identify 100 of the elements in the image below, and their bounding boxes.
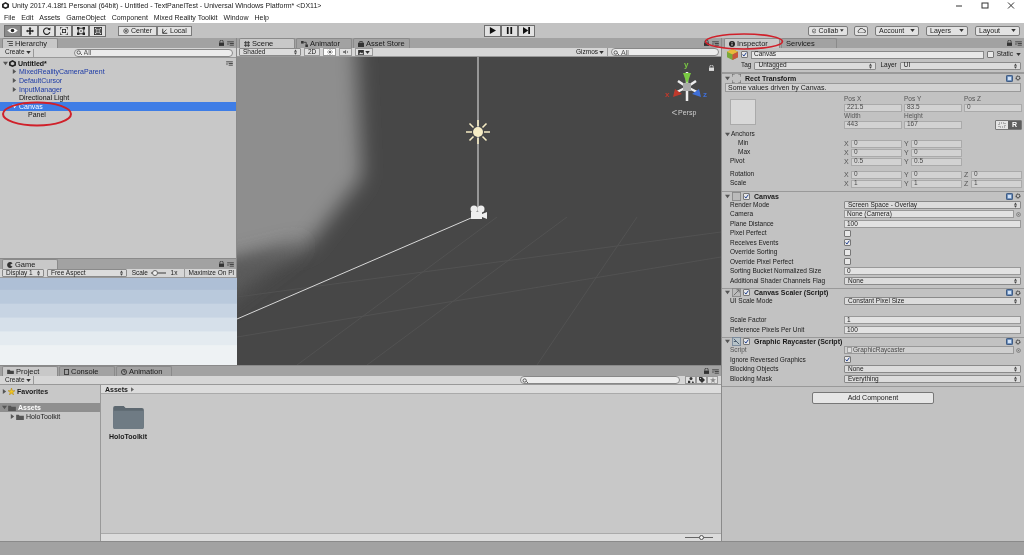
- collapse-arrow-icon[interactable]: [725, 339, 730, 344]
- checkbox[interactable]: [743, 289, 750, 296]
- help-book-icon[interactable]: [1006, 74, 1013, 82]
- caret-icon: [365, 50, 371, 54]
- menu-icon[interactable]: [712, 368, 719, 374]
- filter-button[interactable]: [696, 376, 707, 384]
- search-icon: [613, 49, 620, 55]
- folder-icon: [7, 369, 14, 374]
- collapse-arrow-icon[interactable]: [12, 103, 17, 109]
- settings-icon[interactable]: [1015, 289, 1021, 296]
- help-book-icon[interactable]: [1006, 338, 1013, 345]
- rect-tool-icon: [76, 26, 85, 35]
- caret-icon: [1011, 29, 1016, 32]
- help-book-icon[interactable]: [1006, 289, 1013, 296]
- tool-button[interactable]: [89, 24, 106, 37]
- filter-button[interactable]: [685, 376, 696, 384]
- caret-icon: [599, 50, 604, 54]
- cube-icon: [727, 49, 738, 60]
- check-circle-icon: [812, 27, 817, 34]
- settings-icon[interactable]: [1015, 338, 1021, 345]
- audio-toggle[interactable]: [339, 48, 353, 56]
- collapse-arrow-icon[interactable]: [725, 132, 730, 137]
- check-icon: [742, 51, 747, 58]
- effects-dropdown[interactable]: [355, 48, 374, 56]
- checkbox[interactable]: [844, 258, 851, 266]
- tool-button[interactable]: [72, 24, 89, 37]
- collapse-arrow-icon[interactable]: [725, 193, 730, 199]
- folder-icon[interactable]: [112, 406, 144, 429]
- rotate-icon: [42, 26, 51, 35]
- filter-type-icon: [687, 377, 694, 383]
- script-file-icon: [847, 347, 852, 354]
- expand-arrow-icon[interactable]: [12, 78, 17, 83]
- checkbox[interactable]: [986, 51, 994, 58]
- cloud-button[interactable]: [854, 25, 868, 36]
- step-icon: [523, 27, 531, 34]
- collapse-arrow-icon[interactable]: [2, 405, 7, 410]
- rect-transform-icon: [732, 73, 741, 83]
- playback-button[interactable]: [518, 24, 536, 37]
- checkbox[interactable]: [844, 356, 851, 364]
- caret-icon[interactable]: [1016, 53, 1021, 56]
- unity-logo-icon: [9, 59, 16, 67]
- check-icon: [845, 239, 850, 247]
- lighting-toggle[interactable]: [323, 48, 337, 56]
- caret-icon: [25, 378, 31, 382]
- play-icon: [489, 27, 497, 34]
- scale-icon: [59, 26, 68, 35]
- playback-button[interactable]: [484, 24, 502, 37]
- tool-button[interactable]: [21, 24, 38, 37]
- lock-icon[interactable]: [219, 40, 224, 46]
- menu-icon[interactable]: [227, 261, 234, 267]
- bag-icon: [358, 40, 364, 47]
- lock-icon[interactable]: [1007, 40, 1012, 46]
- menu-icon[interactable]: [226, 60, 233, 66]
- chevron-right-icon: [130, 386, 134, 392]
- expand-arrow-icon[interactable]: [10, 414, 15, 419]
- tool-button[interactable]: [4, 24, 21, 37]
- star-icon: [8, 388, 15, 395]
- lock-icon[interactable]: [704, 368, 709, 374]
- pause-icon: [506, 27, 514, 34]
- caret-icon: [959, 29, 964, 32]
- cloud-icon: [856, 28, 866, 33]
- checkbox[interactable]: [741, 51, 748, 58]
- tool-button[interactable]: [38, 24, 55, 37]
- menu-icon[interactable]: [227, 40, 234, 46]
- menu-icon[interactable]: [1015, 40, 1022, 46]
- tool-button[interactable]: [55, 24, 72, 37]
- updown-icon: [1014, 298, 1017, 305]
- collapse-arrow-icon[interactable]: [3, 60, 8, 66]
- updown-icon: [119, 270, 123, 276]
- lock-icon[interactable]: [219, 261, 224, 267]
- node-graph-icon: [301, 40, 308, 47]
- expand-arrow-icon[interactable]: [12, 86, 17, 92]
- help-book-icon[interactable]: [1006, 192, 1013, 200]
- eye-icon: [7, 27, 18, 34]
- updown-icon: [1014, 277, 1017, 284]
- canvas-icon: [732, 191, 741, 201]
- slider-thumb[interactable]: [699, 535, 705, 540]
- expand-arrow-icon[interactable]: [12, 69, 17, 75]
- scaler-icon: [732, 288, 741, 297]
- playback-button[interactable]: [501, 24, 519, 37]
- settings-icon[interactable]: [1015, 193, 1021, 199]
- checkbox[interactable]: [844, 229, 851, 237]
- checkbox[interactable]: [844, 248, 851, 256]
- lock-icon[interactable]: [704, 40, 709, 46]
- annotation-ellipse: [1, 101, 73, 127]
- collapse-arrow-icon[interactable]: [725, 75, 730, 81]
- expand-arrow-icon[interactable]: [2, 389, 7, 394]
- checkbox[interactable]: [743, 338, 750, 345]
- clock-icon: [121, 368, 127, 375]
- blueprint-mode-icon[interactable]: [996, 120, 1008, 129]
- checkbox[interactable]: [844, 239, 851, 247]
- slider-thumb[interactable]: [151, 270, 158, 276]
- star-icon: [709, 377, 716, 383]
- updown-icon: [1014, 62, 1017, 69]
- settings-icon[interactable]: [1015, 75, 1021, 81]
- search-field[interactable]: [520, 376, 680, 384]
- menu-icon[interactable]: [712, 40, 719, 46]
- collapse-arrow-icon[interactable]: [725, 290, 730, 295]
- checkbox[interactable]: [743, 192, 750, 200]
- list-icon: [7, 41, 13, 46]
